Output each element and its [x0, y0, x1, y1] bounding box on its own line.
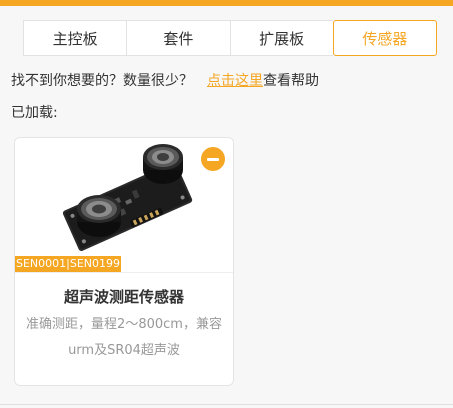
top-accent-bar — [0, 0, 453, 6]
tab-sensor[interactable]: 传感器 — [332, 20, 437, 56]
help-text: 找不到你想要的？数量很少？ — [11, 73, 193, 89]
bottom-divider — [0, 404, 453, 405]
card-description: 准确测距，量程2～800cm，兼容urm及SR04超声波 — [26, 317, 222, 358]
tab-main-board[interactable]: 主控板 — [23, 20, 127, 56]
help-line: 找不到你想要的？数量很少？ 点击这里查看帮助 — [11, 70, 319, 90]
help-suffix: 查看帮助 — [263, 73, 319, 89]
help-link[interactable]: 点击这里 — [207, 73, 263, 89]
category-tabs: 主控板 套件 扩展板 传感器 — [23, 20, 437, 56]
tab-expansion-board[interactable]: 扩展板 — [229, 20, 333, 56]
tab-kit[interactable]: 套件 — [126, 20, 230, 56]
product-card[interactable]: SEN0001|SEN0199 超声波测距传感器 准确测距，量程2～800cm，… — [14, 137, 234, 386]
loaded-label: 已加载: — [11, 105, 58, 121]
card-title: 超声波测距传感器 — [63, 288, 184, 306]
card-divider — [15, 272, 233, 273]
sku-badge: SEN0001|SEN0199 — [15, 256, 122, 272]
minus-circle-icon[interactable] — [201, 147, 225, 171]
